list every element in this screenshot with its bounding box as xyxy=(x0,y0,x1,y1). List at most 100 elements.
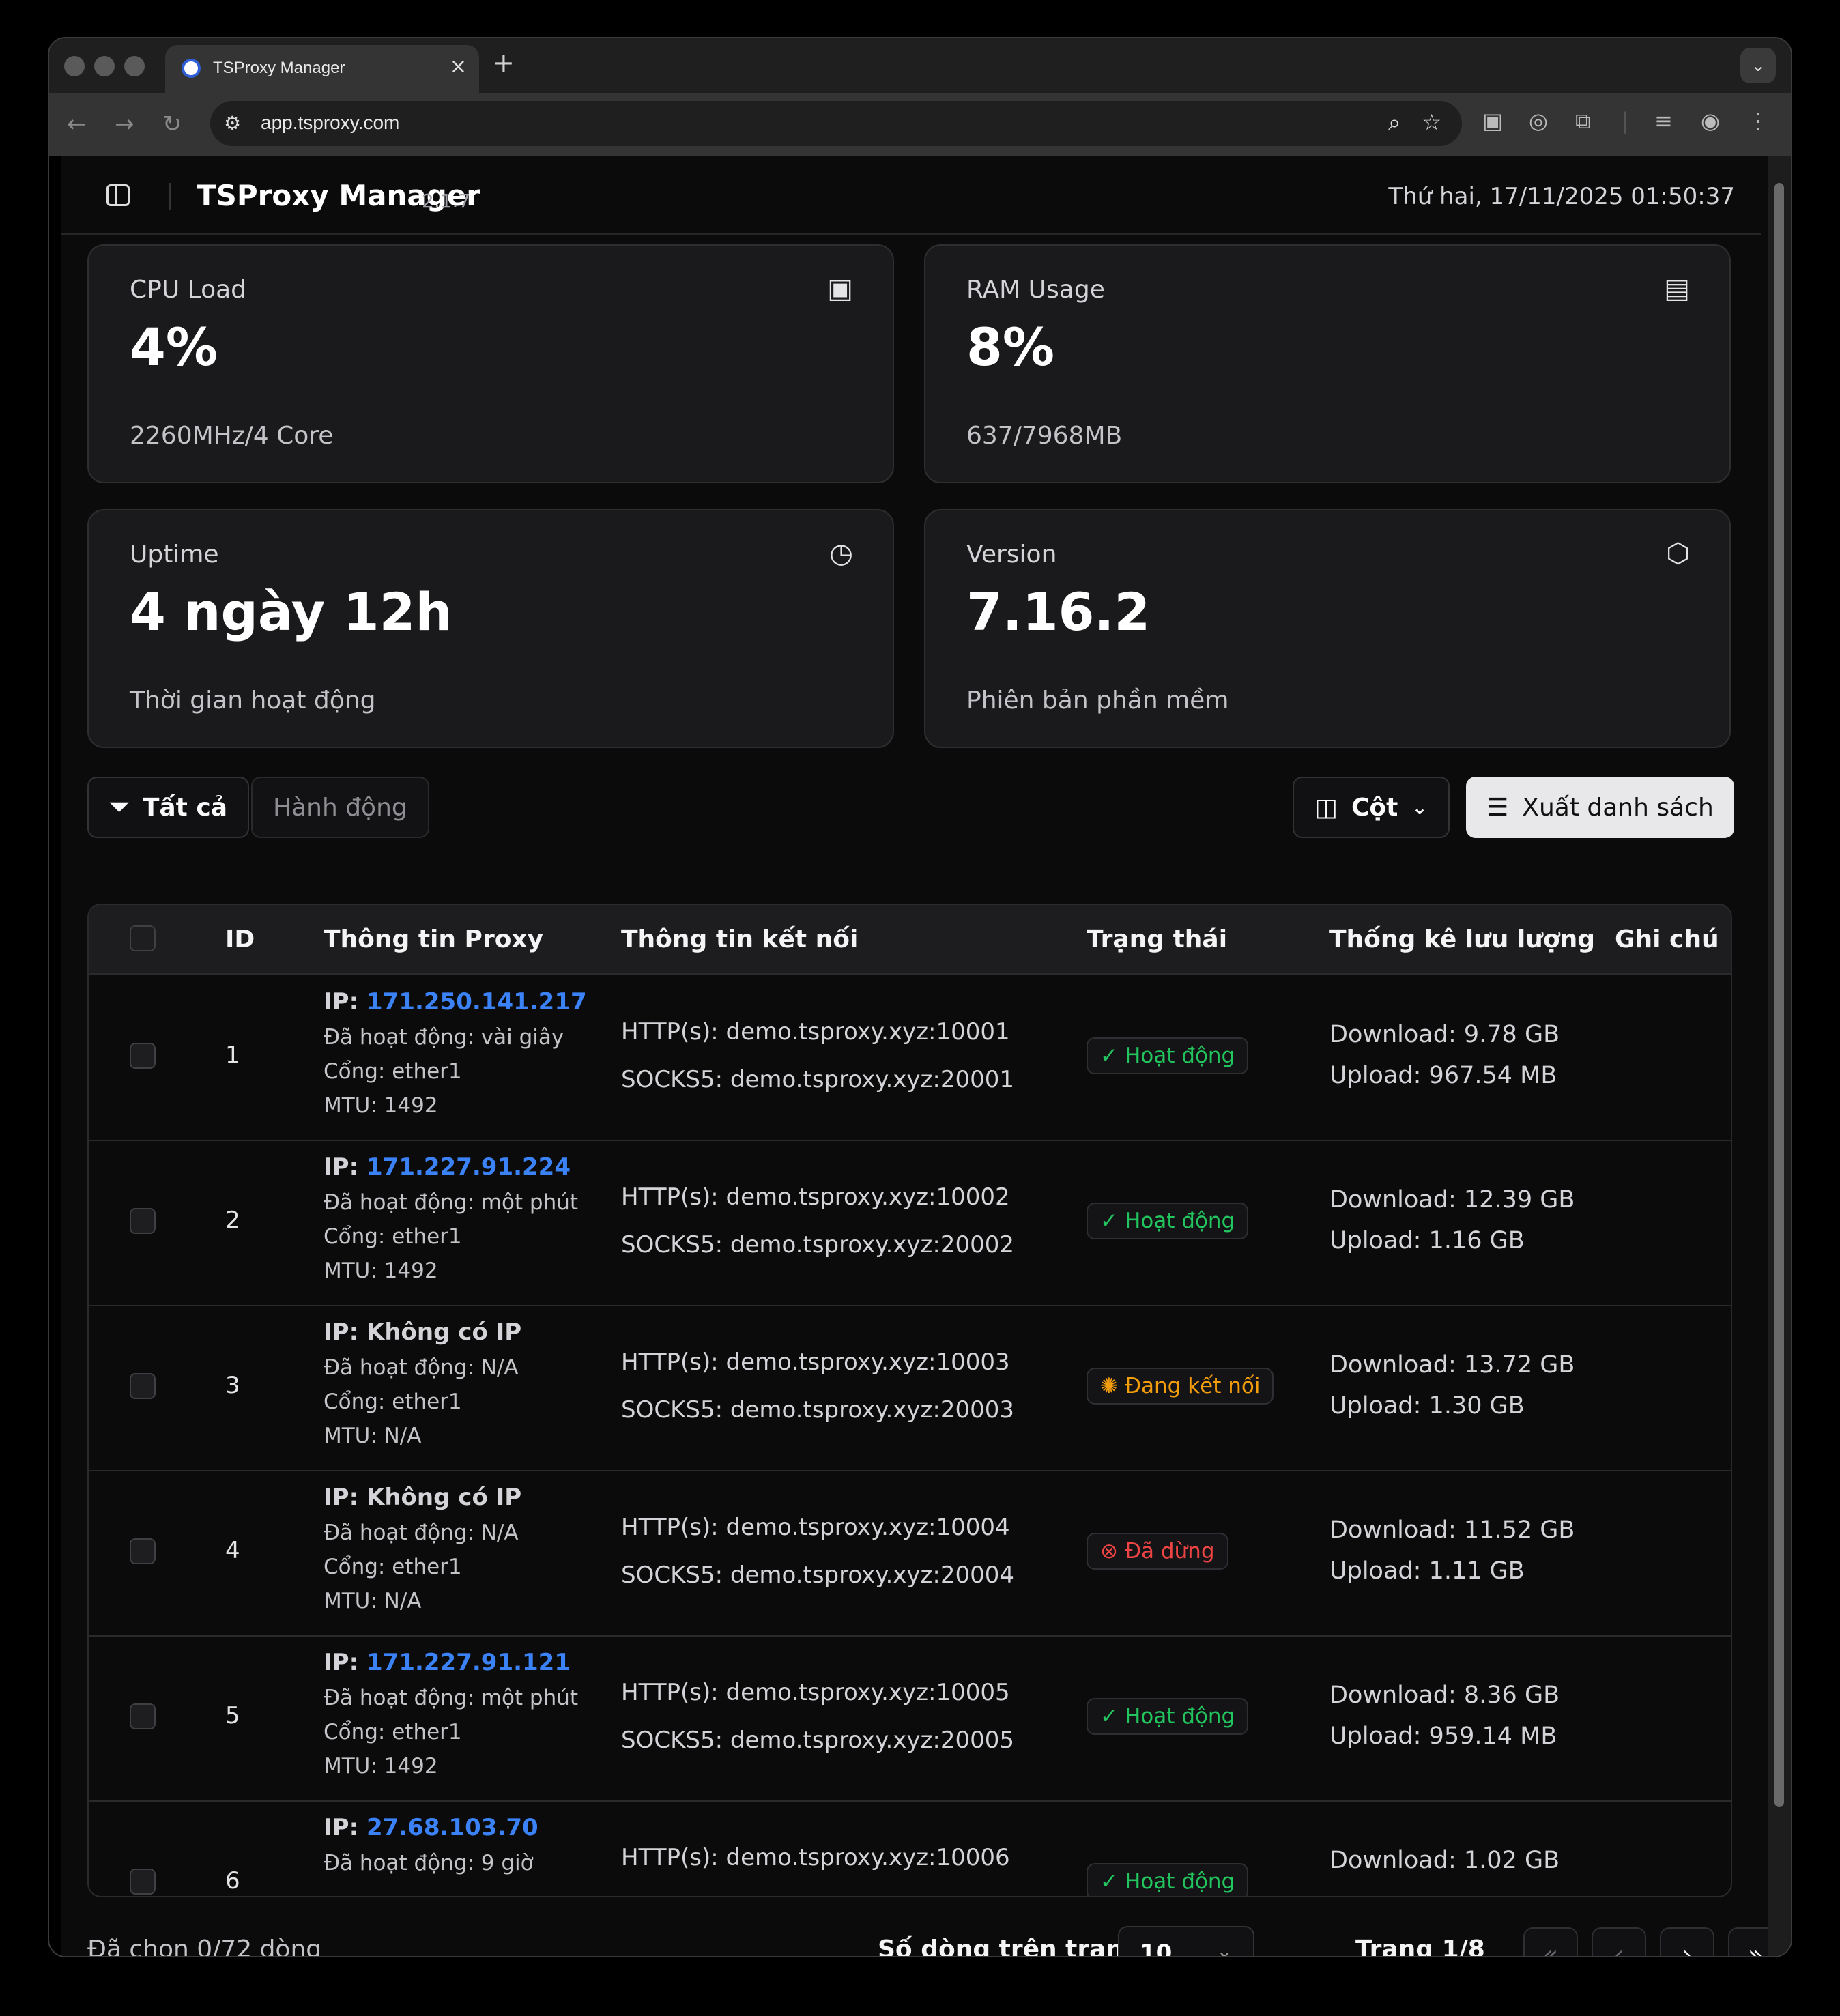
row-checkbox[interactable] xyxy=(130,1373,156,1399)
new-tab-icon[interactable]: + xyxy=(493,48,515,78)
column-header-connection-info[interactable]: Thông tin kết nối xyxy=(621,925,858,953)
memory-icon: ▤ xyxy=(1664,273,1690,304)
table-row[interactable]: 3 IP: Không có IP Đã hoạt động: N/A Cổng: e… xyxy=(89,1305,1731,1471)
extensions-puzzle-icon[interactable]: ⧉ xyxy=(1575,108,1591,134)
socks5-endpoint: SOCKS5: demo.tsproxy.xyz:20002 xyxy=(621,1231,1015,1258)
row-checkbox[interactable] xyxy=(130,1208,156,1234)
translate-extension-icon[interactable]: ▣ xyxy=(1482,108,1503,134)
tab-strip: TSProxy Manager × + ⌄ xyxy=(49,38,1791,93)
reload-icon[interactable]: ↻ xyxy=(162,111,182,138)
more-menu-icon[interactable]: ⋮ xyxy=(1747,108,1769,134)
status-badge: ⊗ Đã dừng xyxy=(1087,1533,1228,1570)
download-stat: Download: 13.72 GB xyxy=(1329,1351,1575,1379)
status-label: Đang kết nối xyxy=(1124,1374,1261,1398)
app-header: TSProxy Manager 2.1.7 Thứ hai, 17/11/202… xyxy=(61,156,1761,235)
upload-stat: Upload: 967.54 MB xyxy=(1329,1062,1557,1089)
minimize-window-button[interactable] xyxy=(94,56,115,76)
scrollbar-thumb[interactable] xyxy=(1774,183,1784,1807)
forward-icon[interactable]: → xyxy=(115,111,134,138)
socks5-endpoint: SOCKS5: demo.tsproxy.xyz:20001 xyxy=(621,1066,1015,1093)
table-row[interactable]: 6 IP: 27.68.103.70 Đã hoạt động: 9 giờ HTTP… xyxy=(89,1800,1731,1896)
actions-button[interactable]: Hành động xyxy=(251,777,429,838)
table-row[interactable]: 2 IP: 171.227.91.224 Đã hoạt động: một phú… xyxy=(89,1140,1731,1306)
column-header-note[interactable]: Ghi chú xyxy=(1615,925,1719,953)
ram-value: 8% xyxy=(966,317,1055,377)
port-name: Cổng: ether1 xyxy=(324,1555,462,1579)
tsproxy-favicon-icon xyxy=(182,59,201,78)
url-text[interactable]: app.tsproxy.com xyxy=(261,112,399,134)
column-header-status[interactable]: Trạng thái xyxy=(1087,925,1227,953)
page-scrollbar[interactable] xyxy=(1768,156,1791,1956)
download-stat: Download: 8.36 GB xyxy=(1329,1682,1560,1709)
ip-link[interactable]: 171.227.91.224 xyxy=(366,1153,571,1181)
active-duration: Đã hoạt động: một phút xyxy=(324,1686,579,1710)
ip-link[interactable]: 171.250.141.217 xyxy=(366,988,587,1016)
reading-list-icon[interactable]: ≡ xyxy=(1654,108,1673,134)
export-list-button[interactable]: ☰ Xuất danh sách xyxy=(1466,777,1734,838)
cpu-sub: 2260MHz/4 Core xyxy=(130,422,334,450)
active-duration: Đã hoạt động: 9 giờ xyxy=(324,1851,534,1875)
column-header-proxy-info[interactable]: Thông tin Proxy xyxy=(324,925,543,953)
filter-all-label: Tất cả xyxy=(142,793,228,822)
port-name: Cổng: ether1 xyxy=(324,1059,462,1084)
row-checkbox[interactable] xyxy=(130,1869,156,1895)
bookmark-star-icon[interactable]: ☆ xyxy=(1422,109,1441,135)
close-tab-icon[interactable]: × xyxy=(450,55,467,78)
status-badge: ✓ Hoạt động xyxy=(1087,1863,1249,1896)
columns-button[interactable]: ◫ Cột ⌄ xyxy=(1293,777,1450,838)
filter-all-button[interactable]: ⏷ Tất cả xyxy=(87,777,250,838)
site-settings-icon[interactable]: ⚙ xyxy=(224,112,241,134)
port-name: Cổng: ether1 xyxy=(324,1224,462,1249)
back-icon[interactable]: ← xyxy=(67,111,87,138)
address-bar[interactable]: ⚙ app.tsproxy.com ⌕ ☆ xyxy=(210,101,1462,146)
download-stat: Download: 9.78 GB xyxy=(1329,1021,1560,1048)
chevron-left-icon: ‹ xyxy=(1613,1940,1624,1957)
previous-page-button[interactable]: ‹ xyxy=(1592,1927,1646,1957)
ip-prefix: IP: xyxy=(324,988,367,1016)
zoom-icon[interactable]: ⌕ xyxy=(1388,109,1400,136)
status-badge: ✓ Hoạt động xyxy=(1087,1203,1249,1239)
status-label: Hoạt động xyxy=(1124,1043,1235,1068)
http-endpoint: HTTP(s): demo.tsproxy.xyz:10001 xyxy=(621,1018,1010,1046)
profile-incognito-icon[interactable]: ◉ xyxy=(1701,108,1720,134)
row-checkbox[interactable] xyxy=(130,1538,156,1564)
uptime-card: Uptime 4 ngày 12h Thời gian hoạt động ◷ xyxy=(87,509,894,748)
sidebar-toggle-icon[interactable] xyxy=(106,184,130,206)
proxy-ip-line: IP: 27.68.103.70 xyxy=(324,1814,538,1841)
http-endpoint: HTTP(s): demo.tsproxy.xyz:10003 xyxy=(621,1349,1010,1376)
table-row[interactable]: 5 IP: 171.227.91.121 Đã hoạt động: một phú… xyxy=(89,1635,1731,1802)
maximize-window-button[interactable] xyxy=(124,56,145,76)
close-window-button[interactable] xyxy=(64,56,85,76)
row-checkbox[interactable] xyxy=(130,1043,156,1069)
uptime-value: 4 ngày 12h xyxy=(130,581,452,642)
http-endpoint: HTTP(s): demo.tsproxy.xyz:10005 xyxy=(621,1679,1010,1706)
password-extension-icon[interactable]: ◎ xyxy=(1529,108,1548,134)
browser-tab[interactable]: TSProxy Manager × xyxy=(165,45,479,93)
ip-link[interactable]: 171.227.91.121 xyxy=(366,1649,571,1676)
table-row[interactable]: 1 IP: 171.250.141.217 Đã hoạt động: vài gi… xyxy=(89,975,1731,1141)
table-row[interactable]: 4 IP: Không có IP Đã hoạt động: N/A Cổng: e… xyxy=(89,1470,1731,1637)
table-header: ID Thông tin Proxy Thông tin kết nối Trạ… xyxy=(89,905,1731,975)
row-id: 1 xyxy=(225,1041,240,1069)
ram-sub: 637/7968MB xyxy=(966,422,1123,450)
ip-prefix: IP: Không có IP xyxy=(324,1319,522,1346)
proxy-ip-line: IP: Không có IP xyxy=(324,1484,521,1511)
upload-stat: Upload: 959.14 MB xyxy=(1329,1723,1557,1750)
column-header-id[interactable]: ID xyxy=(225,925,255,953)
select-all-checkbox[interactable] xyxy=(130,925,156,951)
loader-icon: ✺ xyxy=(1100,1374,1118,1398)
row-checkbox[interactable] xyxy=(130,1703,156,1729)
next-page-button[interactable]: › xyxy=(1660,1927,1714,1956)
socks5-endpoint: SOCKS5: demo.tsproxy.xyz:20003 xyxy=(621,1396,1015,1424)
first-page-button[interactable]: « xyxy=(1523,1927,1578,1956)
active-duration: Đã hoạt động: N/A xyxy=(324,1355,519,1380)
column-header-traffic[interactable]: Thống kê lưu lượng xyxy=(1329,925,1595,953)
mtu-value: MTU: N/A xyxy=(324,1589,422,1613)
rows-per-page-select[interactable]: 10 ⌄ xyxy=(1118,1926,1254,1956)
ip-prefix: IP: Không có IP xyxy=(324,1484,522,1511)
ip-link[interactable]: 27.68.103.70 xyxy=(366,1814,538,1841)
toolbar-divider: | xyxy=(1622,108,1629,134)
cpu-card: CPU Load 4% 2260MHz/4 Core ▣ xyxy=(87,244,894,483)
tab-search-button[interactable]: ⌄ xyxy=(1740,48,1776,83)
socks5-endpoint: SOCKS5: demo.tsproxy.xyz:20004 xyxy=(621,1561,1015,1589)
